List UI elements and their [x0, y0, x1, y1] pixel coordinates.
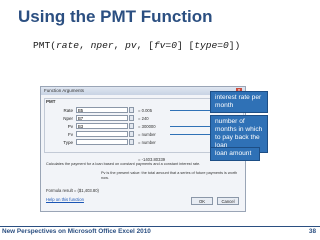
help-link[interactable]: Help on this function: [46, 197, 84, 202]
arg-label: Pv: [67, 124, 73, 129]
arg-evaluated: = 0.005: [138, 108, 153, 113]
syntax-sep: ] [: [176, 40, 195, 51]
syntax-sep: , [: [136, 40, 154, 51]
loan-amount-callout: loan amount: [210, 147, 260, 161]
syntax-sep: ,: [79, 40, 91, 51]
syntax-func: PMT(: [33, 40, 57, 51]
arg-label: Type: [63, 140, 73, 145]
collapse-dialog-icon[interactable]: [129, 131, 134, 137]
rate-input[interactable]: B5: [76, 107, 128, 113]
footer-divider: [0, 226, 320, 227]
months-pointer: [170, 126, 210, 127]
interest-pointer: [170, 110, 210, 111]
syntax-nper: nper: [90, 40, 114, 51]
collapse-dialog-icon[interactable]: [129, 107, 134, 113]
collapse-dialog-icon[interactable]: [129, 115, 134, 121]
nper-input[interactable]: B7: [76, 115, 128, 121]
formula-result: Formula result = ($1,403.80): [46, 188, 99, 193]
arg-evaluated: = 300000: [138, 124, 156, 129]
slide-title: Using the PMT Function: [18, 7, 213, 26]
arg-label: Rate: [63, 108, 73, 113]
syntax-fv: fv=0: [153, 40, 177, 51]
fv-input[interactable]: [76, 131, 128, 137]
arg-evaluated: = number: [138, 140, 156, 145]
interest-rate-callout: interest rate per month: [210, 91, 268, 113]
loan-pointer: [170, 134, 210, 135]
syntax-type: type=0: [194, 40, 229, 51]
pv-input[interactable]: B3: [76, 123, 128, 129]
argument-description: Pv is the present value: the total amoun…: [101, 171, 238, 180]
type-input[interactable]: [76, 139, 128, 145]
arg-label: Fv: [68, 132, 73, 137]
pmt-syntax: PMT(rate, nper, pv, [fv=0] [type=0]): [33, 40, 240, 51]
collapse-dialog-icon[interactable]: [129, 139, 134, 145]
collapse-dialog-icon[interactable]: [129, 123, 134, 129]
cancel-button[interactable]: Cancel: [217, 197, 239, 205]
ok-button[interactable]: OK: [191, 197, 213, 205]
syntax-rate: rate: [56, 40, 80, 51]
arg-evaluated: = number: [138, 132, 156, 137]
syntax-pv: pv: [125, 40, 137, 51]
dialog-title: Function Arguments: [44, 88, 85, 93]
syntax-sep: ,: [113, 40, 126, 51]
function-description: Calculates the payment for a loan based …: [46, 162, 201, 166]
arg-evaluated: = 240: [138, 116, 149, 121]
page-number: 38: [308, 228, 316, 235]
syntax-close: ]): [228, 40, 241, 51]
function-name: PMT: [46, 99, 56, 104]
arg-label: Nper: [63, 116, 73, 121]
footer-text: New Perspectives on Microsoft Office Exc…: [2, 228, 151, 235]
